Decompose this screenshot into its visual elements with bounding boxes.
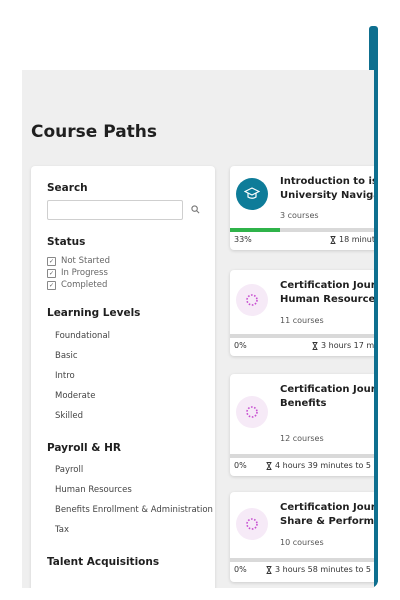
hourglass-icon xyxy=(330,235,336,244)
status-heading: Status xyxy=(47,236,86,248)
payroll-hr-heading: Payroll & HR xyxy=(47,442,121,454)
course-card[interactable]: Certification Journ Human Resources 11 c… xyxy=(230,270,374,356)
course-card[interactable]: Introduction to iso University Navigat 3… xyxy=(230,166,374,250)
checkbox-checked-icon[interactable]: ✓ xyxy=(47,280,56,290)
payroll-item-benefits[interactable]: Benefits Enrollment & Administration xyxy=(55,505,213,515)
status-option-not-started[interactable]: ✓ Not Started xyxy=(47,256,110,266)
course-footer: 0% 4 hours 39 minutes to 5 h xyxy=(230,458,374,474)
search-input[interactable] xyxy=(47,200,183,220)
course-title-line: Certification Journ xyxy=(280,384,374,395)
level-item-moderate[interactable]: Moderate xyxy=(55,391,95,401)
payroll-item-payroll[interactable]: Payroll xyxy=(55,465,83,475)
payroll-item-human-resources[interactable]: Human Resources xyxy=(55,485,132,495)
course-title: Certification Journ Share & Perform xyxy=(280,501,374,529)
duration-text: 3 hours 17 m xyxy=(321,341,374,350)
course-count: 10 courses xyxy=(280,538,324,547)
filter-panel: Search Status ✓ Not Started ✓ In Progres… xyxy=(31,166,215,588)
course-title: Certification Journ Human Resources xyxy=(280,279,374,307)
hourglass-icon xyxy=(312,341,318,350)
status-option-in-progress[interactable]: ✓ In Progress xyxy=(47,268,108,278)
search-icon[interactable] xyxy=(188,202,202,216)
course-list: Introduction to iso University Navigat 3… xyxy=(230,166,374,588)
page-title: Course Paths xyxy=(31,122,158,142)
status-option-completed[interactable]: ✓ Completed xyxy=(47,280,107,290)
course-title-line: Introduction to iso xyxy=(280,176,374,187)
progress-percent: 0% xyxy=(234,461,247,470)
course-title-line: University Navigat xyxy=(280,190,374,201)
app-screen: Course Paths Search Status ✓ Not Started… xyxy=(22,70,374,588)
level-item-basic[interactable]: Basic xyxy=(55,351,78,361)
hourglass-icon xyxy=(266,461,272,470)
course-title-line: Benefits xyxy=(280,398,327,409)
course-duration: 3 hours 58 minutes to 5 h xyxy=(266,565,374,574)
talent-heading: Talent Acquisitions xyxy=(47,556,160,568)
course-card[interactable]: Certification Journ Share & Perform 10 c… xyxy=(230,492,374,582)
duration-text: 4 hours 39 minutes to 5 h xyxy=(275,461,374,470)
spinner-icon xyxy=(236,284,268,316)
course-title: Certification Journ Benefits xyxy=(280,383,374,411)
course-count: 3 courses xyxy=(280,211,319,220)
graduation-cap-icon xyxy=(236,178,268,210)
payroll-item-tax[interactable]: Tax xyxy=(55,525,69,535)
course-count: 12 courses xyxy=(280,434,324,443)
level-item-intro[interactable]: Intro xyxy=(55,371,75,381)
spinner-icon xyxy=(236,396,268,428)
device-frame: Course Paths Search Status ✓ Not Started… xyxy=(0,0,400,600)
course-duration: 18 minutes xyxy=(330,235,374,244)
course-count: 11 courses xyxy=(280,316,324,325)
course-title: Introduction to iso University Navigat xyxy=(280,175,374,203)
checkbox-checked-icon[interactable]: ✓ xyxy=(47,256,56,266)
course-title-line: Certification Journ xyxy=(280,502,374,513)
course-card[interactable]: Certification Journ Benefits 12 courses … xyxy=(230,374,374,476)
duration-text: 18 minutes xyxy=(339,235,374,244)
course-footer: 33% 18 minutes xyxy=(230,232,374,248)
learning-levels-heading: Learning Levels xyxy=(47,307,141,319)
status-option-label: Completed xyxy=(61,280,108,290)
course-footer: 0% 3 hours 58 minutes to 5 h xyxy=(230,562,374,578)
progress-percent: 0% xyxy=(234,341,247,350)
course-duration: 3 hours 17 m xyxy=(312,341,374,350)
status-option-label: In Progress xyxy=(61,268,108,278)
level-item-skilled[interactable]: Skilled xyxy=(55,411,83,421)
checkbox-checked-icon[interactable]: ✓ xyxy=(47,268,56,278)
course-title-line: Share & Perform xyxy=(280,516,374,527)
level-item-foundational[interactable]: Foundational xyxy=(55,331,110,341)
course-footer: 0% 3 hours 17 m xyxy=(230,338,374,354)
hourglass-icon xyxy=(266,565,272,574)
progress-percent: 0% xyxy=(234,565,247,574)
spinner-icon xyxy=(236,508,268,540)
search-heading: Search xyxy=(47,182,88,194)
progress-percent: 33% xyxy=(234,235,252,244)
status-option-label: Not Started xyxy=(61,256,110,266)
course-title-line: Human Resources xyxy=(280,294,374,305)
course-title-line: Certification Journ xyxy=(280,280,374,291)
duration-text: 3 hours 58 minutes to 5 h xyxy=(275,565,374,574)
course-duration: 4 hours 39 minutes to 5 h xyxy=(266,461,374,470)
